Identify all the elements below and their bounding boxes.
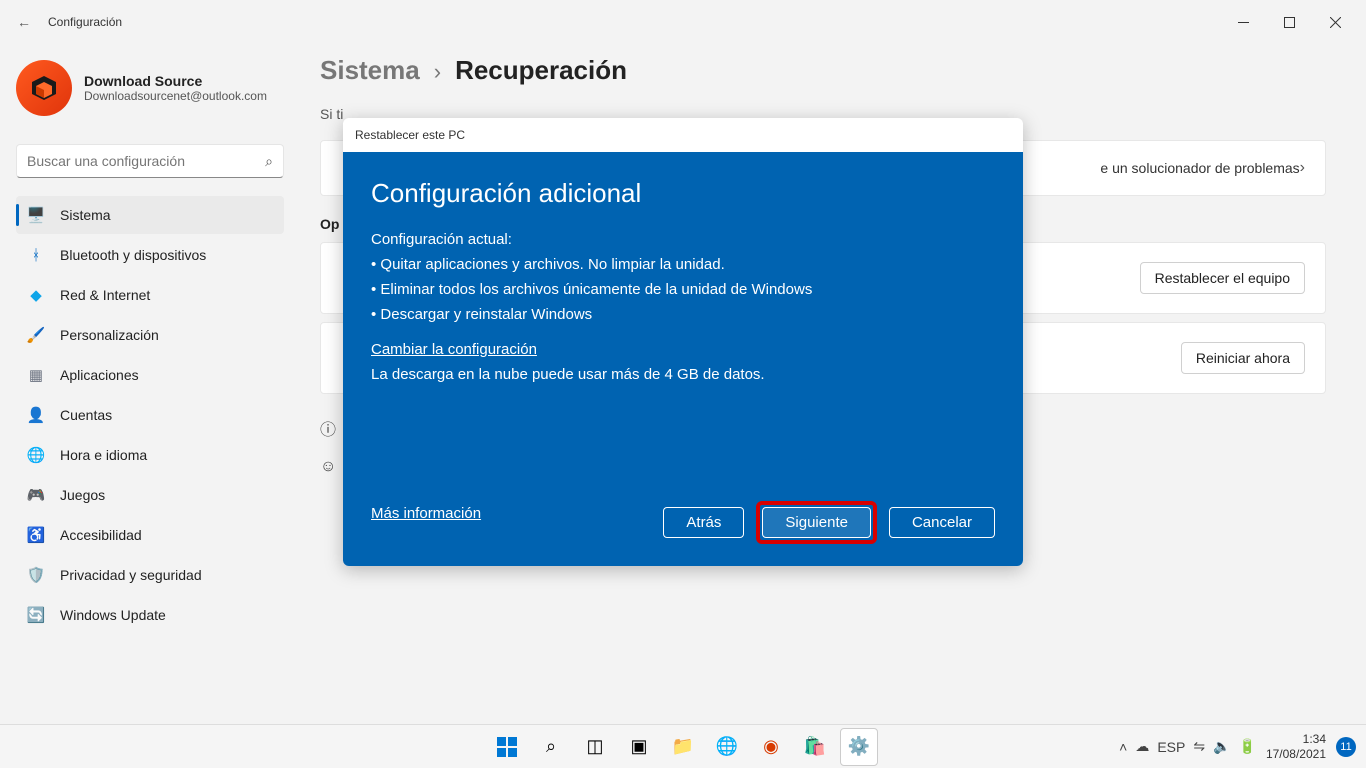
breadcrumb-current: Recuperación xyxy=(455,55,627,86)
tray-icons[interactable]: ˄ ☁ ESP ⇋ 🔈 🔋 xyxy=(1119,738,1256,755)
nav-label-3: Personalización xyxy=(60,327,159,343)
nav-item-1[interactable]: ᚼ Bluetooth y dispositivos xyxy=(16,236,284,274)
titlebar: ← Configuración xyxy=(0,0,1366,44)
nav-label-4: Aplicaciones xyxy=(60,367,139,383)
language-indicator[interactable]: ESP xyxy=(1157,739,1185,755)
sidebar: Download Source Downloadsourcenet@outloo… xyxy=(0,44,300,644)
nav-icon-0: 🖥️ xyxy=(26,205,46,225)
nav-icon-2: ◆ xyxy=(26,285,46,305)
battery-icon[interactable]: 🔋 xyxy=(1239,738,1256,755)
user-info: Download Source Downloadsourcenet@outloo… xyxy=(84,73,267,103)
nav-item-0[interactable]: 🖥️ Sistema xyxy=(16,196,284,234)
store-icon[interactable]: 🛍️ xyxy=(796,728,834,766)
nav-item-9[interactable]: 🛡️ Privacidad y seguridad xyxy=(16,556,284,594)
search-box[interactable]: ⌕ xyxy=(16,144,284,178)
minimize-button[interactable] xyxy=(1220,6,1266,38)
user-email: Downloadsourcenet@outlook.com xyxy=(84,89,267,103)
window-controls xyxy=(1220,6,1358,38)
nav-item-4[interactable]: ▦ Aplicaciones xyxy=(16,356,284,394)
nav-label-9: Privacidad y seguridad xyxy=(60,567,202,583)
taskview-icon[interactable]: ◫ xyxy=(576,728,614,766)
nav-icon-8: ♿ xyxy=(26,525,46,545)
settings-taskbar-icon[interactable]: ⚙️ xyxy=(840,728,878,766)
dialog-note: La descarga en la nube puede usar más de… xyxy=(371,366,995,383)
time: 1:34 xyxy=(1266,732,1326,746)
date: 17/08/2021 xyxy=(1266,747,1326,761)
user-name: Download Source xyxy=(84,73,267,89)
restart-button[interactable]: Reiniciar ahora xyxy=(1181,342,1305,374)
chevron-up-icon[interactable]: ˄ xyxy=(1119,739,1127,755)
breadcrumb-sep: › xyxy=(434,59,441,85)
breadcrumb: Sistema › Recuperación xyxy=(320,55,1326,86)
nav-icon-3: 🖌️ xyxy=(26,325,46,345)
nav-icon-6: 🌐 xyxy=(26,445,46,465)
search-input[interactable] xyxy=(27,153,265,169)
nav-label-6: Hora e idioma xyxy=(60,447,147,463)
dialog-subheading: Configuración actual: xyxy=(371,231,995,248)
system-tray: ˄ ☁ ESP ⇋ 🔈 🔋 1:34 17/08/2021 11 xyxy=(1119,732,1366,761)
dialog-item-0: • Quitar aplicaciones y archivos. No lim… xyxy=(371,256,995,273)
back-button[interactable]: ← xyxy=(8,6,40,38)
nav-icon-4: ▦ xyxy=(26,365,46,385)
nav-label-2: Red & Internet xyxy=(60,287,150,303)
close-button[interactable] xyxy=(1312,6,1358,38)
nav-item-6[interactable]: 🌐 Hora e idioma xyxy=(16,436,284,474)
back-button-dialog[interactable]: Atrás xyxy=(663,507,744,538)
dialog-item-2: • Descargar y reinstalar Windows xyxy=(371,306,995,323)
clock[interactable]: 1:34 17/08/2021 xyxy=(1266,732,1326,761)
chevron-right-icon: › xyxy=(1300,159,1305,177)
taskbar-center: ⌕ ◫ ▣ 📁 🌐 ◉ 🛍️ ⚙️ xyxy=(488,728,878,766)
nav-list: 🖥️ Sistema ᚼ Bluetooth y dispositivos ◆ Red &… xyxy=(16,196,284,634)
avatar xyxy=(16,60,72,116)
nav-item-8[interactable]: ♿ Accesibilidad xyxy=(16,516,284,554)
search-taskbar-icon[interactable]: ⌕ xyxy=(532,728,570,766)
nav-icon-1: ᚼ xyxy=(26,245,46,265)
user-block[interactable]: Download Source Downloadsourcenet@outloo… xyxy=(16,52,284,124)
edge-icon[interactable]: 🌐 xyxy=(708,728,746,766)
window-title: Configuración xyxy=(48,15,122,29)
dialog-item-1: • Eliminar todos los archivos únicamente… xyxy=(371,281,995,298)
nav-label-1: Bluetooth y dispositivos xyxy=(60,247,206,263)
wifi-icon[interactable]: ⇋ xyxy=(1193,738,1205,755)
nav-label-5: Cuentas xyxy=(60,407,112,423)
nav-icon-10: 🔄 xyxy=(26,605,46,625)
nav-item-3[interactable]: 🖌️ Personalización xyxy=(16,316,284,354)
dialog-heading: Configuración adicional xyxy=(371,178,995,209)
nav-item-10[interactable]: 🔄 Windows Update xyxy=(16,596,284,634)
breadcrumb-parent[interactable]: Sistema xyxy=(320,55,420,86)
dialog-body: Configuración adicional Configuración ac… xyxy=(343,152,1023,566)
dialog-buttons: Atrás Siguiente Cancelar xyxy=(663,501,995,544)
nav-icon-7: 🎮 xyxy=(26,485,46,505)
explorer-icon[interactable]: 📁 xyxy=(664,728,702,766)
search-icon: ⌕ xyxy=(265,153,273,170)
cancel-button[interactable]: Cancelar xyxy=(889,507,995,538)
nav-item-5[interactable]: 👤 Cuentas xyxy=(16,396,284,434)
nav-label-7: Juegos xyxy=(60,487,105,503)
nav-item-2[interactable]: ◆ Red & Internet xyxy=(16,276,284,314)
volume-icon[interactable]: 🔈 xyxy=(1213,738,1230,755)
maximize-button[interactable] xyxy=(1266,6,1312,38)
taskbar: ⌕ ◫ ▣ 📁 🌐 ◉ 🛍️ ⚙️ ˄ ☁ ESP ⇋ 🔈 🔋 1:34 17/… xyxy=(0,724,1366,768)
reset-button[interactable]: Restablecer el equipo xyxy=(1140,262,1305,294)
start-icon[interactable] xyxy=(488,728,526,766)
highlight-annotation: Siguiente xyxy=(756,501,877,544)
onedrive-icon[interactable]: ☁ xyxy=(1135,738,1149,755)
reset-dialog: Restablecer este PC Configuración adicio… xyxy=(343,118,1023,566)
nav-label-0: Sistema xyxy=(60,207,111,223)
nav-label-8: Accesibilidad xyxy=(60,527,142,543)
nav-icon-5: 👤 xyxy=(26,405,46,425)
change-config-link[interactable]: Cambiar la configuración xyxy=(371,341,537,358)
nav-label-10: Windows Update xyxy=(60,607,166,623)
office-icon[interactable]: ◉ xyxy=(752,728,790,766)
nav-icon-9: 🛡️ xyxy=(26,565,46,585)
notification-badge[interactable]: 11 xyxy=(1336,737,1356,757)
nav-item-7[interactable]: 🎮 Juegos xyxy=(16,476,284,514)
dialog-window-title: Restablecer este PC xyxy=(343,118,1023,152)
widgets-icon[interactable]: ▣ xyxy=(620,728,658,766)
more-info-link[interactable]: Más información xyxy=(371,505,481,522)
next-button[interactable]: Siguiente xyxy=(762,507,871,538)
